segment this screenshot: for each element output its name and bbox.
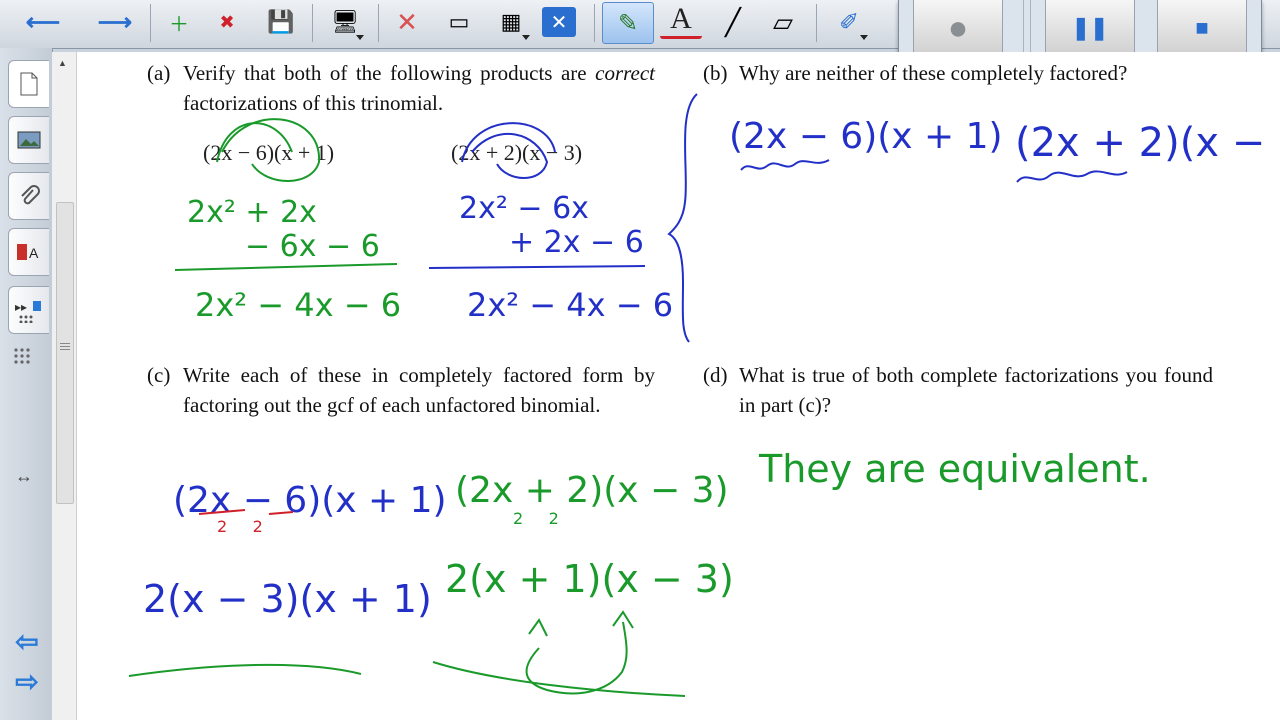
text-icon[interactable]: A xyxy=(660,2,702,39)
addons-icon: ▸▸ xyxy=(15,300,41,323)
ink-c-right-divisor: 2 2 xyxy=(513,509,559,528)
screen-icon-glyph: 🖥 xyxy=(331,9,359,34)
ink-c-left-line2: 2(x − 3)(x + 1) xyxy=(143,577,432,621)
paperclip-icon xyxy=(21,185,40,205)
ink-b-right: (2x + 2)(x − 3) xyxy=(1015,120,1280,166)
pens-icon[interactable]: ✎ xyxy=(602,2,654,44)
ink-layer: 2x² + 2x − 6x − 6 2x² − 4x − 6 2x² − 6x … xyxy=(128,93,1280,697)
ink-c-right-line1: (2x + 2)(x − 3) xyxy=(455,470,729,511)
ink-c-right-swap-arc xyxy=(525,621,628,695)
pen-icon-glyph: ✐ xyxy=(838,8,860,36)
page-sorter-tab[interactable] xyxy=(8,60,49,108)
forward-arrow-icon[interactable]: ⟶ xyxy=(94,2,136,42)
record-icon: ● xyxy=(947,8,969,47)
properties-tab[interactable]: A xyxy=(8,228,49,276)
ink-b-brace xyxy=(667,93,698,343)
attachments-tab[interactable] xyxy=(8,172,49,220)
ink-a-left-line1: 2x² + 2x xyxy=(187,195,317,230)
ink-b-left-underline xyxy=(740,159,830,171)
left-sidebar: A ▸▸ ↔ ⇦ ⇨ xyxy=(0,48,53,720)
ink-c-left-underline xyxy=(128,663,362,677)
screen-shade-icon[interactable]: ▭ xyxy=(438,2,480,42)
ink-c-right-arrow-left-icon xyxy=(528,618,548,637)
delete-icon[interactable]: ✕ xyxy=(386,2,428,42)
grip-dots-icon xyxy=(14,348,30,364)
record-button[interactable]: ● xyxy=(913,0,1003,57)
toolbar-divider xyxy=(594,4,595,42)
eraser-icon[interactable]: ▱ xyxy=(762,2,804,42)
pause-button[interactable]: ❚❚ xyxy=(1045,0,1135,57)
dropdown-arrow-icon xyxy=(522,35,530,40)
ink-arc-a-right-2 xyxy=(471,133,549,179)
next-page-arrow-icon[interactable]: ⇨ xyxy=(10,666,44,697)
stop-icon: ■ xyxy=(1195,15,1209,40)
ink-b-left: (2x − 6)(x + 1) xyxy=(729,116,1003,157)
ink-a-left-sum-line xyxy=(174,263,398,271)
dropdown-arrow-icon xyxy=(860,35,868,40)
ink-b-right-underline xyxy=(1016,170,1128,183)
page-icon xyxy=(20,72,38,96)
toolbar-divider xyxy=(150,4,151,42)
delete-page-icon[interactable]: ✖ xyxy=(206,2,248,42)
stop-button[interactable]: ■ xyxy=(1157,0,1247,57)
scroll-thumb[interactable] xyxy=(56,202,74,504)
ink-a-right-line1: 2x² − 6x xyxy=(459,191,589,226)
grip-handle[interactable] xyxy=(6,344,46,372)
ink-a-right-result: 2x² − 4x − 6 xyxy=(467,286,673,324)
ink-a-right-sum-line xyxy=(428,265,646,269)
gallery-icon xyxy=(17,131,41,149)
ink-c-right-line2: 2(x + 1)(x − 3) xyxy=(445,557,734,601)
line-icon[interactable]: ╱ xyxy=(712,2,754,42)
svg-text:▸▸: ▸▸ xyxy=(15,300,27,314)
vertical-scrollbar[interactable]: ▲ xyxy=(52,52,77,720)
ink-a-left-line2: − 6x − 6 xyxy=(245,229,380,264)
ink-d-answer: They are equivalent. xyxy=(758,447,1151,491)
toolbar-divider xyxy=(378,4,379,42)
back-arrow-icon[interactable]: ⟵ xyxy=(22,2,64,42)
ink-c-right-underline xyxy=(432,661,686,697)
addons-tab[interactable]: ▸▸ xyxy=(8,286,49,334)
ink-a-right-line2: + 2x − 6 xyxy=(509,225,644,260)
whiteboard-page[interactable]: (a) Verify that both of the following pr… xyxy=(77,52,1280,720)
ink-c-left-line1: (2x − 6)(x + 1) xyxy=(173,480,447,521)
properties-icon: A xyxy=(17,244,39,261)
table-icon[interactable]: ▦ xyxy=(490,2,532,42)
toolbar-divider xyxy=(816,4,817,42)
recorder-divider xyxy=(1023,0,1031,60)
ink-c-left-divisor: 2 2 xyxy=(217,517,263,536)
pause-icon: ❚❚ xyxy=(1071,15,1109,40)
close-x-icon[interactable]: ✕ xyxy=(542,7,576,37)
svg-text:A: A xyxy=(29,245,39,261)
gallery-tab[interactable] xyxy=(8,116,49,164)
save-icon[interactable]: 💾 xyxy=(260,2,302,42)
previous-page-arrow-icon[interactable]: ⇦ xyxy=(10,626,44,657)
scroll-thumb-grip xyxy=(60,343,70,344)
add-page-icon[interactable]: ＋ xyxy=(158,2,200,42)
resize-horizontal-icon[interactable]: ↔ xyxy=(10,466,38,486)
pen-tool-icon[interactable]: ✐ xyxy=(828,2,870,42)
scroll-up-arrow-icon[interactable]: ▲ xyxy=(58,58,67,68)
dropdown-arrow-icon xyxy=(356,35,364,40)
table-icon-glyph: ▦ xyxy=(500,9,522,34)
screen-capture-icon[interactable]: 🖥 xyxy=(324,2,366,42)
toolbar-divider xyxy=(312,4,313,42)
ink-arc-a-right-1 xyxy=(461,122,556,163)
ink-a-left-result: 2x² − 4x − 6 xyxy=(195,286,401,324)
